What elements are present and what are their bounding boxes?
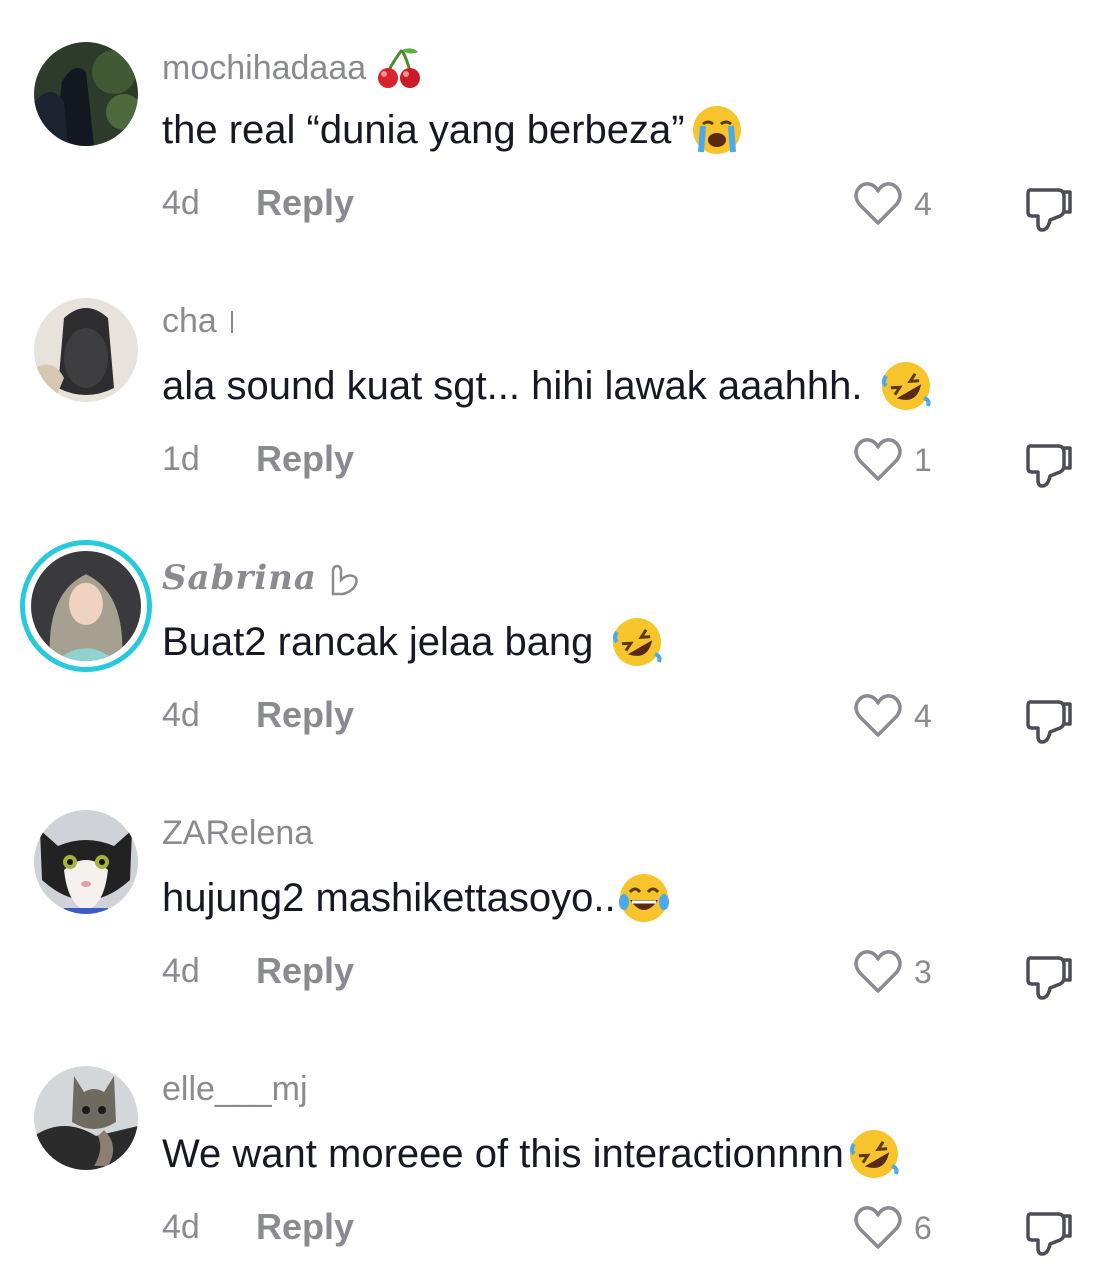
username[interactable]: Sabrina <box>162 558 365 598</box>
comment-item: cha ala sound kuat sgt... hihi lawak aaa… <box>0 256 1119 512</box>
comment-time: 4d <box>162 184 200 222</box>
comment-item: Sabrina Buat2 rancak jelaa bang 4d Reply… <box>0 512 1119 768</box>
username-text[interactable]: elle___mj <box>162 1070 308 1109</box>
reply-button[interactable]: Reply <box>256 1206 354 1248</box>
cherry-icon <box>374 46 424 90</box>
comment-text-content: We want moreee of this interactionnnn <box>162 1131 844 1176</box>
username[interactable]: cha <box>162 302 233 341</box>
username-text[interactable]: mochihadaaa <box>162 49 366 88</box>
like-count: 4 <box>914 698 932 734</box>
comment-text: Buat2 rancak jelaa bang <box>162 616 663 668</box>
like-count: 1 <box>914 442 932 478</box>
loudly-crying-face-emoji <box>691 104 743 156</box>
comment-time: 4d <box>162 952 200 990</box>
comment-item: ZARelena hujung2 mashikettasoyo.. 4d Rep… <box>0 768 1119 1024</box>
dislike-icon[interactable] <box>1022 948 1076 1002</box>
rolling-on-floor-laughing-emoji <box>611 616 663 668</box>
rolling-on-floor-laughing-emoji <box>880 360 932 412</box>
comment-text: hujung2 mashikettasoyo.. <box>162 872 670 924</box>
dislike-icon[interactable] <box>1022 1204 1076 1258</box>
avatar[interactable] <box>34 298 138 402</box>
comment-text: ala sound kuat sgt... hihi lawak aaahhh. <box>162 360 932 412</box>
dislike-icon[interactable] <box>1022 180 1076 234</box>
avatar <box>31 551 141 661</box>
like-count: 4 <box>914 186 932 222</box>
face-with-tears-of-joy-emoji <box>618 872 670 924</box>
comment-text-content: the real “dunia yang berbeza” <box>162 107 685 152</box>
heart-icon[interactable] <box>852 946 904 998</box>
comment-text-content: ala sound kuat sgt... hihi lawak aaahhh. <box>162 363 863 408</box>
comment-text: We want moreee of this interactionnnn <box>162 1128 900 1180</box>
comment-text: the real “dunia yang berbeza” <box>162 104 743 156</box>
username-text[interactable]: cha <box>162 302 217 341</box>
avatar[interactable] <box>34 42 138 146</box>
heart-icon[interactable] <box>852 1202 904 1254</box>
like-count: 6 <box>914 1210 932 1246</box>
comment-item: elle___mj We want moreee of this interac… <box>0 1024 1119 1280</box>
hand-gesture-icon <box>325 558 365 598</box>
rolling-on-floor-laughing-emoji <box>848 1128 900 1180</box>
comment-text-content: hujung2 mashikettasoyo.. <box>162 875 616 920</box>
comment-time: 4d <box>162 1208 200 1246</box>
dislike-icon[interactable] <box>1022 436 1076 490</box>
heart-icon[interactable] <box>852 178 904 230</box>
avatar[interactable] <box>34 810 138 914</box>
heart-icon[interactable] <box>852 690 904 742</box>
badge-bar <box>230 310 233 333</box>
username[interactable]: ZARelena <box>162 814 313 853</box>
username[interactable]: elle___mj <box>162 1070 308 1109</box>
avatar[interactable] <box>34 1066 138 1170</box>
comment-text-content: Buat2 rancak jelaa bang <box>162 619 594 664</box>
username[interactable]: mochihadaaa <box>162 46 424 90</box>
like-count: 3 <box>914 954 932 990</box>
reply-button[interactable]: Reply <box>256 438 354 480</box>
heart-icon[interactable] <box>852 434 904 486</box>
reply-button[interactable]: Reply <box>256 182 354 224</box>
comment-item: mochihadaaa the real “dunia yang berbeza… <box>0 0 1119 256</box>
reply-button[interactable]: Reply <box>256 694 354 736</box>
username-text[interactable]: Sabrina <box>162 558 317 598</box>
reply-button[interactable]: Reply <box>256 950 354 992</box>
comment-time: 1d <box>162 440 200 478</box>
dislike-icon[interactable] <box>1022 692 1076 746</box>
comment-time: 4d <box>162 696 200 734</box>
username-text[interactable]: ZARelena <box>162 814 313 853</box>
avatar-with-story-ring[interactable] <box>20 540 152 672</box>
